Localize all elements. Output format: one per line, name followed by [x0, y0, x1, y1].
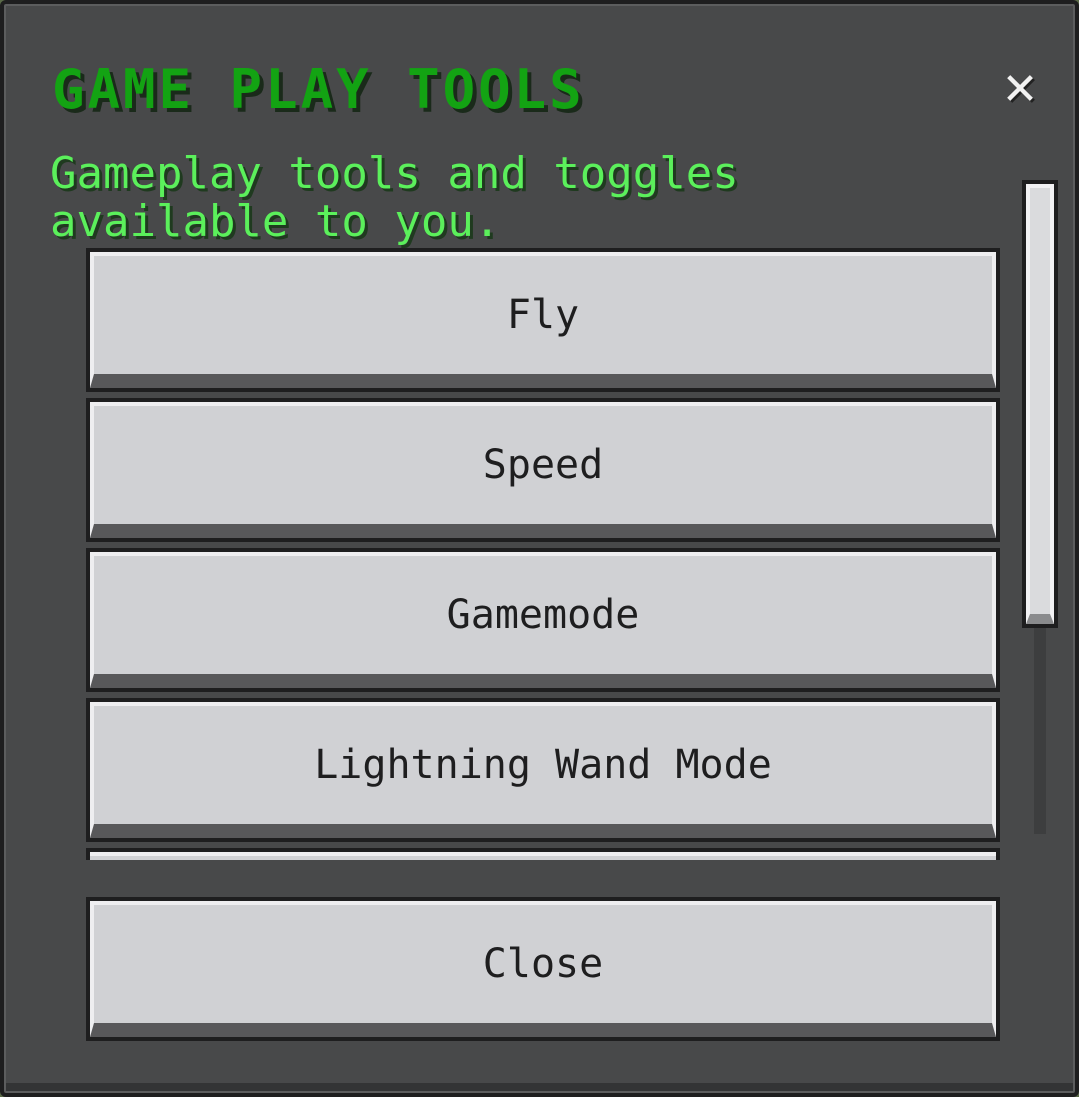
- close-icon[interactable]: ✕: [994, 64, 1046, 116]
- speed-button[interactable]: Speed: [86, 398, 1000, 542]
- tools-list[interactable]: Fly Speed Gamemode Lightning Wand Mode: [86, 248, 1000, 860]
- scrollbar-thumb-face: [1026, 184, 1054, 624]
- close-button[interactable]: Close: [86, 897, 1000, 1041]
- fly-button-face: Fly: [90, 252, 996, 388]
- lightning-wand-mode-button[interactable]: Lightning Wand Mode: [86, 698, 1000, 842]
- gamemode-button[interactable]: Gamemode: [86, 548, 1000, 692]
- speed-button-label: Speed: [482, 442, 604, 488]
- gameplay-tools-dialog: GAME PLAY TOOLS ✕ Gameplay tools and tog…: [0, 0, 1079, 1097]
- gamemode-button-label: Gamemode: [446, 592, 640, 638]
- gamemode-button-face: Gamemode: [90, 552, 996, 688]
- fly-button[interactable]: Fly: [86, 248, 1000, 392]
- close-button-face: Close: [90, 901, 996, 1037]
- scrollbar-thumb[interactable]: [1022, 180, 1058, 628]
- partially-visible-button-face: [90, 852, 996, 860]
- close-button-label: Close: [482, 941, 604, 987]
- fly-button-label: Fly: [506, 292, 580, 338]
- lightning-wand-mode-button-label: Lightning Wand Mode: [314, 742, 772, 788]
- partially-visible-button[interactable]: [86, 848, 1000, 860]
- dialog-subtitle: Gameplay tools and toggles available to …: [50, 148, 739, 247]
- speed-button-face: Speed: [90, 402, 996, 538]
- lightning-wand-mode-button-face: Lightning Wand Mode: [90, 702, 996, 838]
- dialog-title: GAME PLAY TOOLS: [52, 58, 585, 121]
